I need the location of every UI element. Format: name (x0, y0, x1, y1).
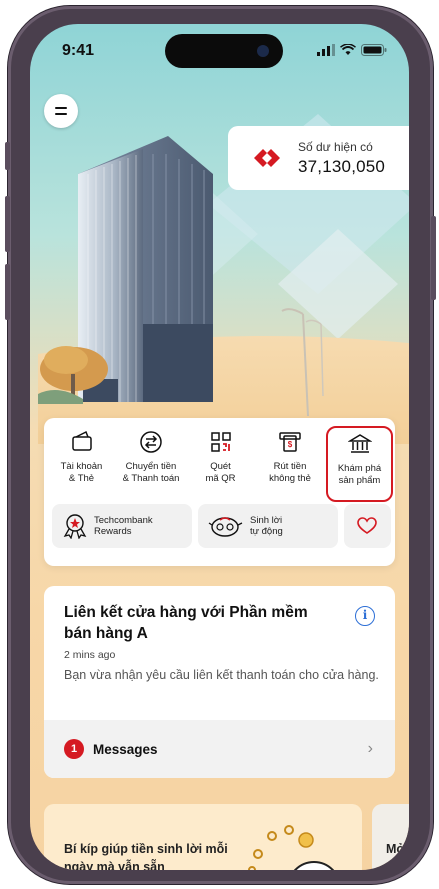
bank-icon (347, 434, 372, 453)
info-icon[interactable]: i (355, 606, 375, 626)
heart-icon (357, 517, 377, 534)
qr-icon (210, 432, 231, 452)
promo-text: Mở sẵ (386, 842, 406, 870)
menu-button[interactable] (44, 94, 78, 128)
coins-illustration (248, 825, 335, 870)
action-label: Chuyển tiền & Thanh toán (122, 461, 180, 484)
cash-icon: $ (279, 432, 301, 452)
balance-amount: 37,130,050 (298, 156, 386, 176)
signal-icon (317, 44, 335, 56)
promo-card-next[interactable]: Mở sẵ (372, 804, 409, 870)
chip-label: Sinh lời tự động (250, 515, 283, 537)
action-accounts-cards[interactable]: Tài khoản & Thẻ (48, 426, 115, 502)
promo-card[interactable]: Bí kíp giúp tiền sinh lời mỗi ngày mà vẫ… (44, 804, 362, 870)
action-label: Tài khoản & Thẻ (60, 461, 103, 484)
svg-text:$: $ (288, 440, 293, 449)
piggy-icon (208, 517, 243, 537)
action-explore-products[interactable]: Khám phá sản phẩm (326, 426, 393, 502)
building-illustration (38, 114, 409, 444)
action-label: Rút tiền không thẻ (269, 461, 311, 484)
mute-switch (5, 142, 10, 170)
chevron-right-icon: › (367, 740, 373, 757)
power-button (431, 216, 436, 300)
transfer-icon (140, 431, 162, 453)
chip-auto-savings[interactable]: Sinh lời tự động (198, 504, 338, 548)
notification-body: Bạn vừa nhận yêu cầu liên kết thanh toán… (64, 668, 379, 682)
rewards-icon (63, 514, 87, 539)
dynamic-island (165, 34, 283, 68)
action-label: Khám phá sản phẩm (337, 463, 382, 486)
techcombank-logo-icon (254, 149, 280, 167)
notification-title: Liên kết cửa hàng với Phần mềm bán hàng … (64, 604, 308, 642)
chip-favorites[interactable] (344, 504, 391, 548)
action-transfer-payment[interactable]: Chuyển tiền & Thanh toán (118, 426, 185, 502)
action-cardless-withdraw[interactable]: $ Rút tiền không thẻ (257, 426, 324, 502)
action-label: Quét mã QR (205, 461, 236, 484)
camera-icon (257, 45, 269, 57)
chip-techcombank-rewards[interactable]: Techcombank Rewards (52, 504, 192, 548)
volume-down-button (5, 264, 10, 320)
chip-label: Techcombank Rewards (94, 515, 153, 537)
wifi-icon (340, 44, 356, 55)
messages-count-badge: 1 (64, 739, 84, 759)
action-scan-qr[interactable]: Quét mã QR (187, 426, 254, 502)
menu-icon (55, 107, 67, 109)
status-time: 9:41 (62, 42, 95, 59)
balance-label: Số dư hiện có (298, 139, 373, 154)
messages-label: Messages (93, 741, 158, 757)
battery-icon (361, 44, 387, 56)
quick-actions-row: Tài khoản & Thẻ Chuyển tiền & Thanh toán… (48, 426, 393, 502)
promo-text: Bí kíp giúp tiền sinh lời mỗi ngày mà vẫ… (64, 842, 228, 870)
wallet-icon (71, 430, 92, 451)
volume-up-button (5, 196, 10, 252)
quick-actions-card: Tài khoản & Thẻ Chuyển tiền & Thanh toán… (44, 418, 395, 566)
notification-time: 2 mins ago (64, 649, 116, 661)
app-screen: 9:41 Số dư hiện có 37,130,050 Tài khoản … (30, 24, 409, 870)
chips-row: Techcombank Rewards Sinh lời tự động (52, 504, 391, 548)
notification-card[interactable]: Liên kết cửa hàng với Phần mềm bán hàng … (44, 586, 395, 778)
balance-card[interactable]: Số dư hiện có 37,130,050 (228, 126, 409, 190)
status-icons (317, 44, 387, 56)
messages-row[interactable]: 1 Messages › (44, 720, 395, 778)
